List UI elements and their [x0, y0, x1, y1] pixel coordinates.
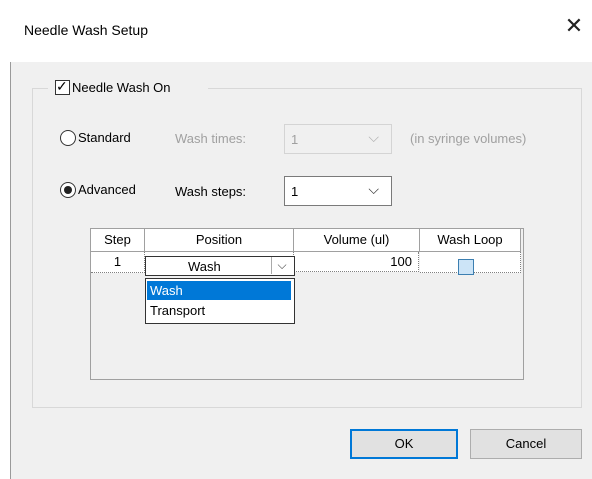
wash-times-value: 1	[291, 132, 299, 147]
cell-volume[interactable]: 100	[294, 252, 419, 272]
wash-times-select: 1 ⌵	[284, 124, 392, 154]
checkmark-icon: ✓	[56, 78, 68, 94]
dropdown-option-transport[interactable]: Transport	[147, 301, 291, 320]
dropdown-option-wash[interactable]: Wash	[147, 281, 291, 300]
wash-steps-value: 1	[291, 184, 299, 199]
syringe-units-label: (in syringe volumes)	[410, 131, 527, 146]
radio-selected-dot	[64, 186, 72, 194]
advanced-label[interactable]: Advanced	[78, 182, 136, 197]
standard-radio[interactable]	[60, 130, 76, 146]
position-value: Wash	[188, 259, 221, 274]
column-header-step: Step	[91, 229, 145, 252]
wash-loop-checkbox[interactable]	[458, 259, 474, 275]
ok-button[interactable]: OK	[350, 429, 458, 459]
advanced-radio[interactable]	[60, 182, 76, 198]
column-header-volume: Volume (ul)	[294, 229, 420, 252]
chevron-down-icon: ⌵	[368, 129, 379, 145]
needle-wash-label[interactable]: Needle Wash On	[72, 80, 171, 95]
window-title: Needle Wash Setup	[24, 22, 148, 38]
cancel-button[interactable]: Cancel	[470, 429, 582, 459]
wash-steps-label: Wash steps:	[175, 184, 247, 199]
position-dropdown-list: Wash Transport	[145, 278, 295, 324]
close-icon[interactable]: ✕	[562, 14, 586, 38]
chevron-down-icon[interactable]: ⌵	[271, 257, 292, 274]
wash-steps-select[interactable]: 1 ⌵	[284, 176, 392, 206]
column-header-position: Position	[145, 229, 294, 252]
wash-times-label: Wash times:	[175, 131, 247, 146]
cell-step: 1	[91, 252, 145, 273]
chevron-down-icon: ⌵	[368, 181, 379, 197]
needle-wash-checkbox[interactable]: ✓	[55, 78, 70, 95]
standard-label[interactable]: Standard	[78, 130, 131, 145]
position-dropdown[interactable]: Wash ⌵	[145, 256, 295, 276]
column-header-wash-loop: Wash Loop	[420, 229, 521, 252]
